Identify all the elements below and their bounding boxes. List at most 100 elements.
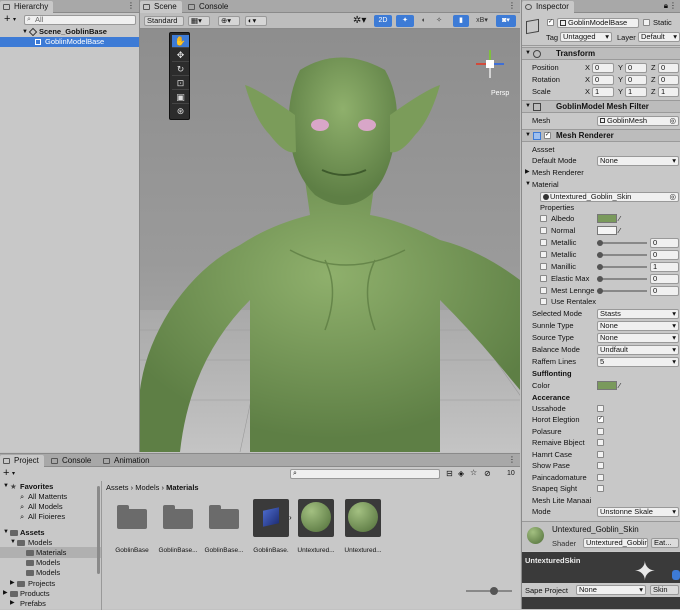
- scale-z[interactable]: 1: [658, 87, 679, 97]
- folder-icon[interactable]: [117, 505, 147, 529]
- camera-settings-icon[interactable]: ✲▾: [353, 15, 366, 26]
- rotation-x[interactable]: 0: [592, 75, 614, 85]
- search-input[interactable]: ⌕ All: [24, 15, 136, 25]
- edit-shader-button[interactable]: Eat...: [651, 538, 679, 548]
- elastic-checkbox[interactable]: [540, 275, 547, 282]
- scale-y[interactable]: 1: [625, 87, 647, 97]
- breadcrumb-item[interactable]: Materials: [166, 483, 199, 492]
- material-field[interactable]: Untextured_Goblin_Skin ◎: [540, 192, 679, 202]
- toggle-checkbox[interactable]: [597, 462, 604, 469]
- material-asset-thumb[interactable]: [345, 499, 381, 537]
- material-asset-thumb[interactable]: [298, 499, 334, 537]
- source-type-dropdown[interactable]: None ▾: [597, 333, 679, 343]
- skin-button[interactable]: Skin: [650, 585, 679, 595]
- transform-tool-button[interactable]: ⊛: [172, 105, 189, 118]
- albedo-color-swatch[interactable]: [597, 214, 617, 223]
- sunnle-type-dropdown[interactable]: None ▾: [597, 321, 679, 331]
- filter-type-icon[interactable]: ⊟: [446, 469, 453, 478]
- tab-console[interactable]: Console: [48, 455, 96, 467]
- visibility-toggle[interactable]: ▮: [453, 15, 469, 27]
- metallic-slider-1[interactable]: [597, 240, 647, 246]
- lighting-toggle[interactable]: ✦: [396, 15, 414, 27]
- scene-camera-button[interactable]: ◙▾: [496, 15, 516, 27]
- metallic-slider-2[interactable]: [597, 252, 647, 258]
- rotation-y[interactable]: 0: [625, 75, 647, 85]
- mesh-field[interactable]: GoblinMesh ◎: [597, 116, 679, 126]
- scale-tool-button[interactable]: ⊡: [172, 77, 189, 90]
- default-mode-dropdown[interactable]: None ▾: [597, 156, 679, 166]
- metallic-value-2[interactable]: 0: [650, 250, 679, 260]
- layer-dropdown[interactable]: Default ▾: [638, 32, 680, 42]
- elastic-value[interactable]: 0: [650, 274, 679, 284]
- folder-icon[interactable]: [209, 505, 239, 529]
- mesh-renderer-header[interactable]: ▼ ✓ Mesh Renderer: [522, 129, 680, 142]
- audio-toggle[interactable]: ◖: [416, 15, 430, 27]
- snap-toggle[interactable]: ◐▾: [245, 16, 267, 26]
- folder-icon[interactable]: [163, 505, 193, 529]
- balance-mode-dropdown[interactable]: Undfault ▾: [597, 345, 679, 355]
- tab-project[interactable]: Project: [0, 455, 44, 467]
- material-foldout[interactable]: ▼ Material: [522, 179, 680, 190]
- mesh-filter-header[interactable]: ▼ GoblinModel Mesh Filter: [522, 100, 680, 113]
- albedo-checkbox[interactable]: [540, 215, 547, 222]
- slider-knob[interactable]: [490, 587, 498, 595]
- tab-menu-icon[interactable]: ⋮: [508, 1, 516, 10]
- metallic-value-1[interactable]: 0: [650, 238, 679, 248]
- rotation-z[interactable]: 0: [658, 75, 679, 85]
- toggle-checkbox[interactable]: ✓: [597, 416, 604, 423]
- foldout-arrow-icon[interactable]: ▼: [525, 48, 531, 59]
- shading-mode-dropdown[interactable]: Standard: [144, 16, 184, 26]
- eyedropper-icon[interactable]: ⁄: [619, 225, 620, 236]
- mest-checkbox[interactable]: [540, 287, 547, 294]
- sape-project-dropdown[interactable]: None ▾: [576, 585, 646, 595]
- dropdown-arrow-icon[interactable]: ▾: [13, 16, 16, 23]
- hand-tool-button[interactable]: ✋: [172, 35, 189, 48]
- breadcrumb-item[interactable]: Models: [135, 483, 159, 492]
- lock-icon[interactable]: 🔒︎: [664, 1, 668, 11]
- favorite-icon[interactable]: ☆: [470, 468, 477, 477]
- object-name-field[interactable]: GoblinModelBase: [557, 18, 639, 28]
- visibility-icon[interactable]: ⊘: [484, 469, 491, 478]
- scene-row[interactable]: ▼ Scene_GoblinBase: [0, 27, 139, 37]
- expand-arrow-icon[interactable]: ▼: [22, 27, 28, 37]
- toggle-checkbox[interactable]: [597, 428, 604, 435]
- slider-knob[interactable]: [597, 276, 603, 282]
- tag-dropdown[interactable]: Untagged ▾: [560, 32, 612, 42]
- rect-tool-button[interactable]: ▣: [172, 91, 189, 104]
- toggle-checkbox[interactable]: [597, 451, 604, 458]
- position-y[interactable]: 0: [625, 63, 647, 73]
- add-button[interactable]: +: [4, 13, 10, 25]
- eyedropper-icon[interactable]: ⁄: [619, 213, 620, 224]
- toggle-checkbox[interactable]: [597, 474, 604, 481]
- slider-knob[interactable]: [597, 288, 603, 294]
- manillic-value[interactable]: 1: [650, 262, 679, 272]
- preview-play-button[interactable]: [672, 570, 680, 580]
- hierarchy-item-goblin[interactable]: GoblinModelBase: [0, 37, 139, 47]
- slider-knob[interactable]: [597, 240, 603, 246]
- favorites-item[interactable]: ⌕ All Fioieres: [0, 511, 101, 522]
- gizmos-dropdown[interactable]: xB▾: [472, 15, 492, 27]
- transform-header[interactable]: ▼ Transform: [522, 47, 680, 60]
- eyedropper-icon[interactable]: ⁄: [619, 380, 620, 391]
- effects-toggle[interactable]: ✧: [432, 15, 446, 27]
- object-picker-icon[interactable]: ◎: [669, 117, 676, 125]
- tree-scrollbar[interactable]: [97, 486, 100, 574]
- manillic-checkbox[interactable]: [540, 263, 547, 270]
- project-search-input[interactable]: ⌕: [290, 469, 440, 479]
- toggle-checkbox[interactable]: [597, 485, 604, 492]
- toggle-2d[interactable]: 2D: [374, 15, 392, 27]
- tab-inspector[interactable]: Inspector: [522, 1, 574, 13]
- normal-checkbox[interactable]: [540, 227, 547, 234]
- move-tool-button[interactable]: ✥: [172, 49, 189, 62]
- raffem-lines-dropdown[interactable]: 5 ▾: [597, 357, 679, 367]
- slider-knob[interactable]: [597, 264, 603, 270]
- mest-slider[interactable]: [597, 288, 647, 294]
- global-toggle[interactable]: ⊕▾: [218, 16, 240, 26]
- color-swatch[interactable]: [597, 381, 617, 390]
- mode-dropdown[interactable]: Unstonne Skale ▾: [597, 507, 679, 517]
- tab-menu-icon[interactable]: ⋮: [127, 1, 135, 10]
- tab-hierarchy[interactable]: Hierarchy: [0, 1, 54, 13]
- position-z[interactable]: 0: [658, 63, 679, 73]
- icon-size-slider[interactable]: [466, 587, 512, 595]
- scene-viewport[interactable]: ✋ ✥ ↻ ⊡ ▣ ⊛ Persp: [140, 30, 520, 452]
